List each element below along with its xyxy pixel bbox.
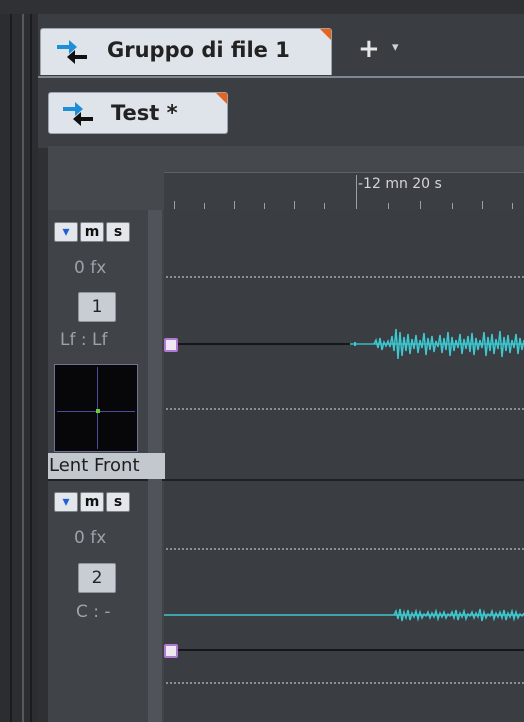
tab-file-group-1[interactable]: Gruppo di file 1 xyxy=(40,28,332,75)
panner-mode-label[interactable]: Lent Front xyxy=(48,453,165,479)
frame-divider xyxy=(10,0,12,722)
envelope-point-handle[interactable] xyxy=(164,338,178,352)
surround-panner[interactable] xyxy=(54,364,138,452)
time-ruler[interactable] xyxy=(164,172,524,211)
project-icon xyxy=(63,102,93,126)
add-tab-button[interactable]: + ▾ xyxy=(344,30,424,72)
solo-button[interactable]: s xyxy=(106,492,130,512)
track-effects-count[interactable]: 0 fx xyxy=(74,258,106,278)
track-number-button[interactable]: 2 xyxy=(78,563,116,593)
top-frame xyxy=(0,0,524,14)
panner-crosshair xyxy=(97,367,98,449)
volume-guide-line xyxy=(166,682,524,684)
track-channel-routing[interactable]: Lf : Lf xyxy=(60,330,107,350)
solo-button[interactable]: s xyxy=(106,222,130,242)
tab-label: Gruppo di file 1 xyxy=(107,38,290,62)
tab-modified-corner xyxy=(216,93,227,104)
frame-divider xyxy=(22,0,24,722)
tab-test-project[interactable]: Test * xyxy=(48,92,228,134)
tab-modified-corner xyxy=(320,29,331,40)
plus-icon: + xyxy=(358,34,380,64)
track-area[interactable] xyxy=(164,210,524,722)
left-frame xyxy=(0,0,38,722)
ruler-tick xyxy=(204,203,205,209)
envelope-point-handle[interactable] xyxy=(164,644,178,658)
ruler-major-tick xyxy=(356,175,357,209)
frame-divider xyxy=(30,0,32,722)
tab-label: Test * xyxy=(111,101,178,125)
track-number-button[interactable]: 1 xyxy=(78,292,116,322)
track-2-envelope[interactable] xyxy=(166,649,524,651)
panner-position-dot[interactable] xyxy=(96,409,100,413)
chevron-down-icon: ▾ xyxy=(392,40,399,55)
track-effects-count[interactable]: 0 fx xyxy=(74,528,106,548)
ruler-tick xyxy=(324,203,325,209)
ruler-tick xyxy=(482,201,483,209)
volume-guide-line xyxy=(166,276,524,278)
track-2-waveform[interactable] xyxy=(164,600,524,630)
track-menu-icon[interactable]: ▾ xyxy=(54,492,78,512)
ruler-time-label: -12 mn 20 s xyxy=(358,176,442,192)
file-group-icon xyxy=(57,40,87,64)
ruler-tick xyxy=(512,203,513,209)
ruler-tick xyxy=(234,201,235,209)
ruler-tick xyxy=(294,201,295,209)
volume-guide-line xyxy=(166,408,524,410)
volume-guide-line xyxy=(166,548,524,550)
mute-button[interactable]: m xyxy=(80,492,104,512)
ruler-tick xyxy=(452,203,453,209)
track-menu-icon[interactable]: ▾ xyxy=(54,222,78,242)
ruler-tick xyxy=(388,203,389,209)
mute-button[interactable]: m xyxy=(80,222,104,242)
ruler-tick xyxy=(420,201,421,209)
track-channel-routing[interactable]: C : - xyxy=(76,602,111,622)
ruler-tick xyxy=(264,203,265,209)
track-1-waveform[interactable] xyxy=(350,320,524,368)
ruler-tick xyxy=(174,201,175,209)
